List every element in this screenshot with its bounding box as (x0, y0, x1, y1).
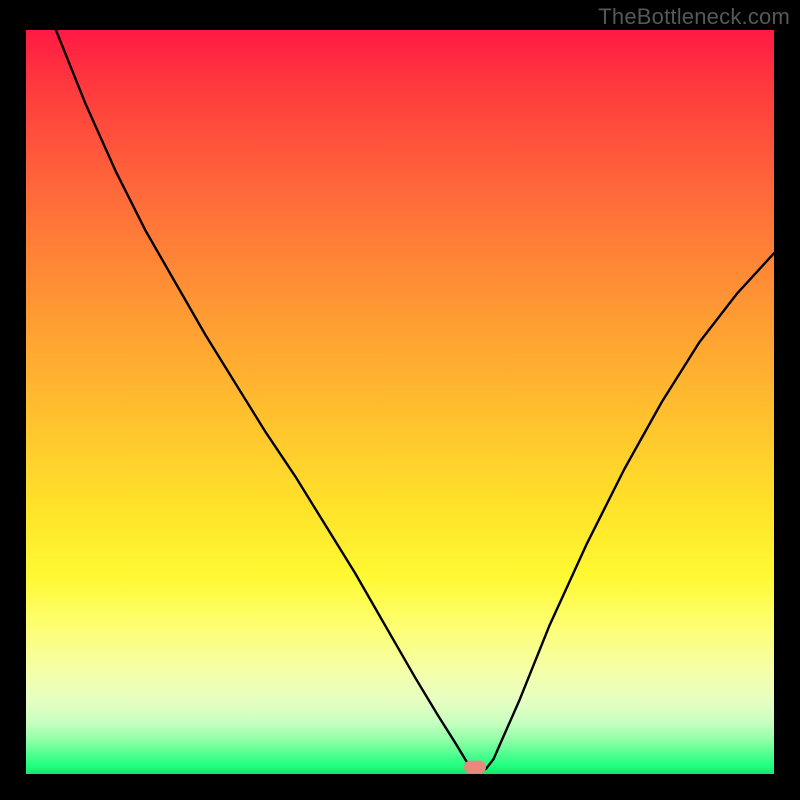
plot-area (26, 30, 774, 774)
optimum-marker (464, 761, 486, 774)
chart-frame: TheBottleneck.com (0, 0, 800, 800)
bottleneck-curve (26, 30, 774, 774)
watermark-text: TheBottleneck.com (598, 4, 790, 30)
